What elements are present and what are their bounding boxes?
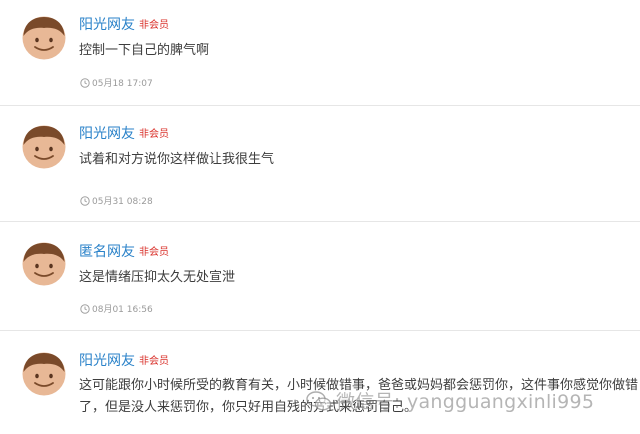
comment-text: 试着和对方说你这样做让我很生气: [79, 152, 275, 167]
comment-time: 05月18 17:07: [80, 78, 153, 90]
member-badge: 非会员: [139, 356, 169, 367]
divider: [0, 330, 640, 331]
comment-time: 08月01 16:56: [80, 304, 153, 316]
username[interactable]: 阳光网友: [79, 125, 135, 143]
time-label: 05月18 17:07: [92, 79, 153, 89]
clock-icon: [80, 196, 90, 206]
username[interactable]: 匿名网友: [79, 243, 135, 261]
comment-text: 这是情绪压抑太久无处宣泄: [79, 270, 236, 285]
username[interactable]: 阳光网友: [79, 16, 135, 34]
comment-text: 控制一下自己的脾气啊: [79, 43, 210, 58]
comment-feed: 阳光网友 非会员 控制一下自己的脾气啊 05月18 17:07 阳光网友 非会员…: [0, 0, 640, 434]
comment-time: 05月31 08:28: [80, 196, 153, 208]
time-label: 08月01 16:56: [92, 305, 153, 315]
member-badge: 非会员: [139, 20, 169, 31]
wechat-watermark: 微信号: yangguangxinli995: [306, 387, 594, 414]
time-label: 05月31 08:28: [92, 197, 153, 207]
username[interactable]: 阳光网友: [79, 352, 135, 370]
clock-icon: [80, 304, 90, 314]
wechat-icon: [306, 391, 332, 411]
avatar[interactable]: [22, 242, 66, 286]
avatar[interactable]: [22, 16, 66, 60]
avatar[interactable]: [22, 352, 66, 396]
divider: [0, 105, 640, 106]
clock-icon: [80, 78, 90, 88]
member-badge: 非会员: [139, 129, 169, 140]
member-badge: 非会员: [139, 247, 169, 258]
watermark-text: 微信号: yangguangxinli995: [336, 391, 595, 413]
divider: [0, 221, 640, 222]
avatar[interactable]: [22, 125, 66, 169]
